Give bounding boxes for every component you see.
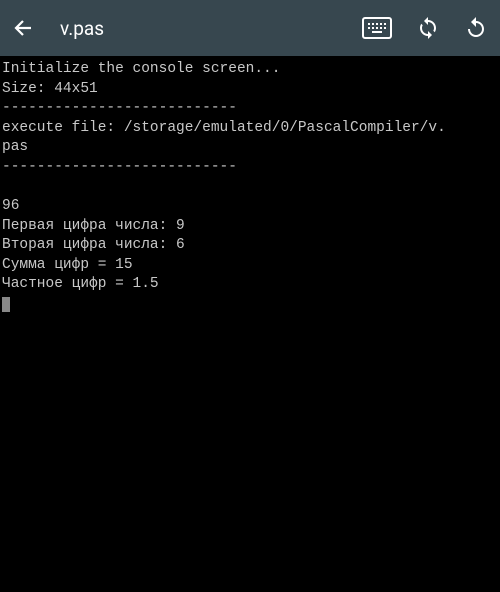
console-line: pas xyxy=(2,139,28,155)
console-line: --------------------------- xyxy=(2,159,237,175)
console-line: Size: 44x51 xyxy=(2,81,98,97)
console-line: Initialize the console screen... xyxy=(2,61,280,77)
console-line: --------------------------- xyxy=(2,100,237,116)
undo-icon xyxy=(464,16,488,40)
console-cursor xyxy=(2,297,10,312)
console-line: execute file: /storage/emulated/0/Pascal… xyxy=(2,120,446,136)
keyboard-icon xyxy=(367,22,387,34)
console-output[interactable]: Initialize the console screen... Size: 4… xyxy=(0,56,500,318)
console-line: Сумма цифр = 15 xyxy=(2,257,133,273)
toolbar-left: v.pas xyxy=(12,16,342,40)
refresh-icon xyxy=(416,16,440,40)
back-arrow-icon xyxy=(12,16,36,40)
console-line: Вторая цифра числа: 6 xyxy=(2,237,185,253)
file-title: v.pas xyxy=(60,17,104,40)
console-line: 96 xyxy=(2,198,19,214)
app-toolbar: v.pas xyxy=(0,0,500,56)
console-line: Частное цифр = 1.5 xyxy=(2,276,159,292)
refresh-button[interactable] xyxy=(416,16,440,40)
keyboard-button[interactable] xyxy=(362,17,392,39)
undo-button[interactable] xyxy=(464,16,488,40)
console-line: Первая цифра числа: 9 xyxy=(2,218,185,234)
back-button[interactable] xyxy=(12,16,36,40)
toolbar-right xyxy=(362,16,488,40)
